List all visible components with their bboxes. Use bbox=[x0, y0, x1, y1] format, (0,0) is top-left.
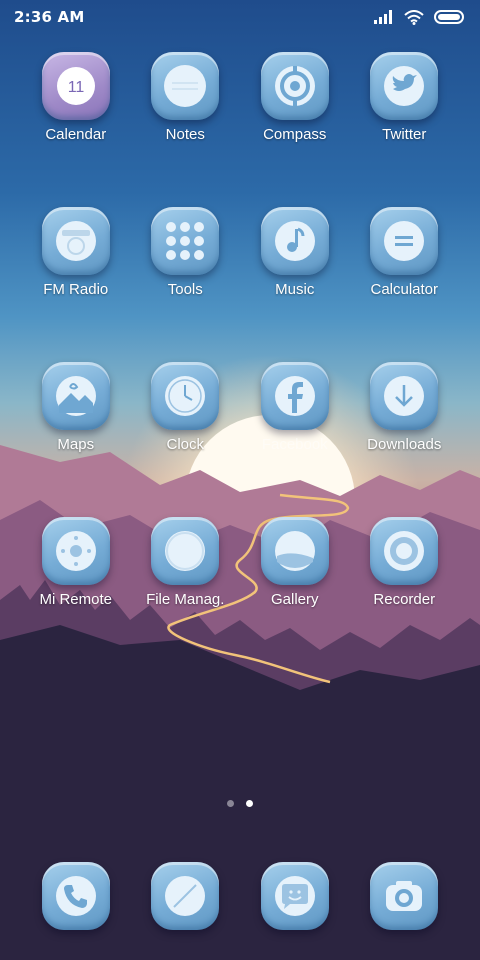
app-mi-remote[interactable]: Mi Remote bbox=[21, 517, 131, 608]
page-dot-active[interactable] bbox=[246, 800, 253, 807]
music-icon[interactable] bbox=[260, 207, 329, 275]
camera-icon[interactable] bbox=[370, 862, 439, 930]
app-label: Facebook bbox=[261, 436, 328, 453]
app-label: Downloads bbox=[367, 436, 442, 453]
browser-icon[interactable] bbox=[151, 862, 220, 930]
wifi-icon bbox=[404, 9, 424, 25]
battery-icon bbox=[434, 10, 464, 24]
app-calendar[interactable]: 11 Calendar bbox=[21, 52, 131, 143]
app-label: Calendar bbox=[45, 126, 107, 143]
app-gallery[interactable]: Gallery bbox=[240, 517, 350, 608]
app-downloads[interactable]: Downloads bbox=[350, 362, 460, 453]
app-label: File Manag. bbox=[146, 591, 225, 608]
app-label: Music bbox=[275, 281, 315, 298]
app-music[interactable]: Music bbox=[240, 207, 350, 298]
facebook-icon[interactable] bbox=[260, 362, 329, 430]
calendar-date-badge: 11 bbox=[67, 79, 84, 96]
radio-icon[interactable] bbox=[41, 207, 110, 275]
dock-browser[interactable] bbox=[131, 862, 241, 930]
app-twitter[interactable]: Twitter bbox=[350, 52, 460, 143]
maps-icon[interactable] bbox=[41, 362, 110, 430]
app-notes[interactable]: Notes bbox=[131, 52, 241, 143]
status-bar: 2:36 AM bbox=[0, 0, 480, 34]
notes-icon[interactable] bbox=[151, 52, 220, 120]
dock-phone[interactable] bbox=[21, 862, 131, 930]
app-label: Tools bbox=[167, 281, 203, 298]
app-fm-radio[interactable]: FM Radio bbox=[21, 207, 131, 298]
app-grid: 11 Calendar Notes Compass Twitter FM Rad… bbox=[21, 52, 459, 608]
app-label: Twitter bbox=[382, 126, 427, 143]
gallery-icon[interactable] bbox=[260, 517, 329, 585]
app-label: Compass bbox=[263, 126, 327, 143]
compass-icon[interactable] bbox=[260, 52, 329, 120]
app-label: Notes bbox=[165, 126, 205, 143]
messages-icon[interactable] bbox=[260, 862, 329, 930]
app-label: Recorder bbox=[373, 591, 436, 608]
app-calculator[interactable]: Calculator bbox=[350, 207, 460, 298]
dock bbox=[21, 862, 459, 930]
tools-icon[interactable] bbox=[151, 207, 220, 275]
downloads-icon[interactable] bbox=[370, 362, 439, 430]
signal-icon bbox=[374, 10, 392, 24]
app-recorder[interactable]: Recorder bbox=[350, 517, 460, 608]
page-dot[interactable] bbox=[227, 800, 234, 807]
recorder-icon[interactable] bbox=[370, 517, 439, 585]
app-compass[interactable]: Compass bbox=[240, 52, 350, 143]
app-label: Gallery bbox=[270, 591, 319, 608]
file-manager-icon[interactable] bbox=[151, 517, 220, 585]
twitter-icon[interactable] bbox=[370, 52, 439, 120]
app-label: Calculator bbox=[370, 281, 439, 298]
app-clock[interactable]: Clock bbox=[131, 362, 241, 453]
app-label: Clock bbox=[166, 436, 204, 453]
app-label: Mi Remote bbox=[39, 591, 113, 608]
dock-messages[interactable] bbox=[240, 862, 350, 930]
dock-camera[interactable] bbox=[350, 862, 460, 930]
app-file-manager[interactable]: File Manag. bbox=[131, 517, 241, 608]
status-icons bbox=[374, 9, 466, 25]
phone-icon[interactable] bbox=[41, 862, 110, 930]
app-maps[interactable]: Maps bbox=[21, 362, 131, 453]
app-label: Maps bbox=[57, 436, 95, 453]
clock-icon[interactable] bbox=[151, 362, 220, 430]
page-indicator bbox=[0, 800, 480, 807]
app-facebook[interactable]: Facebook bbox=[240, 362, 350, 453]
calendar-icon[interactable]: 11 bbox=[41, 52, 110, 120]
status-time: 2:36 AM bbox=[14, 8, 85, 26]
app-tools[interactable]: Tools bbox=[131, 207, 241, 298]
app-label: FM Radio bbox=[43, 281, 109, 298]
remote-icon[interactable] bbox=[41, 517, 110, 585]
calculator-icon[interactable] bbox=[370, 207, 439, 275]
